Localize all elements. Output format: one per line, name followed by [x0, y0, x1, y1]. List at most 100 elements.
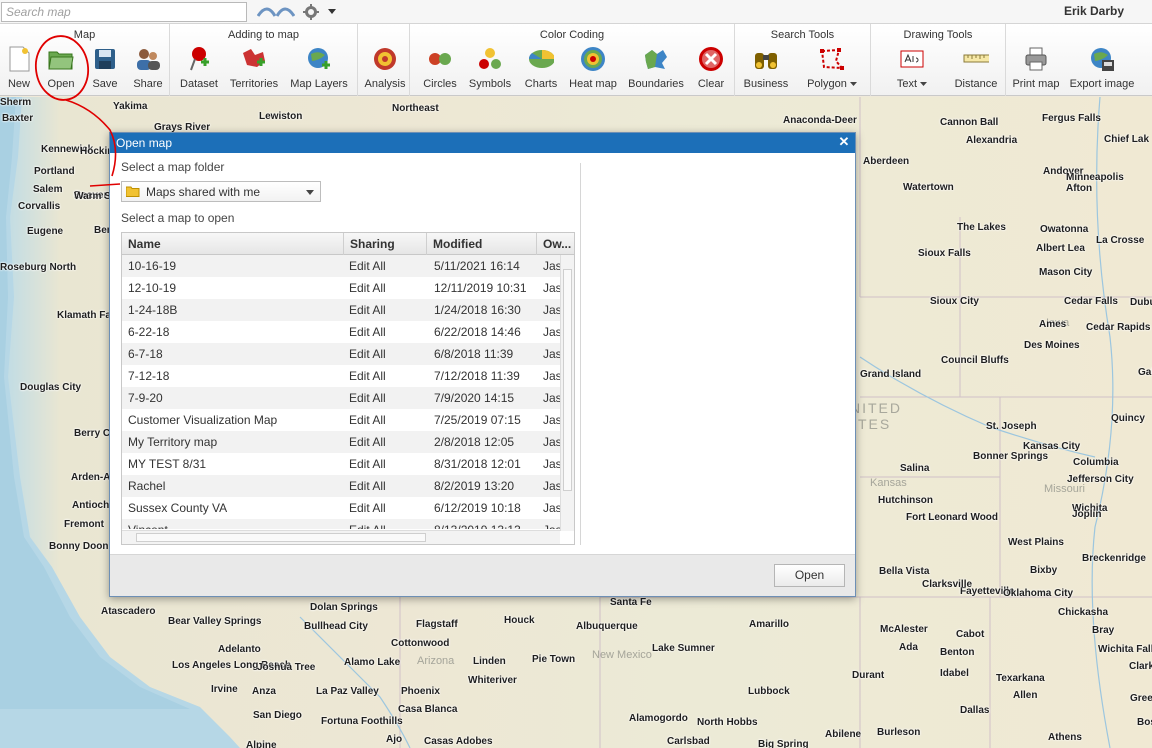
- polygon-button[interactable]: Polygon: [804, 46, 860, 94]
- gear-icon[interactable]: [302, 3, 320, 21]
- close-icon[interactable]: ✕: [837, 135, 851, 149]
- symbols-button[interactable]: Symbols: [468, 46, 512, 94]
- folder-dropdown[interactable]: Maps shared with me: [121, 181, 321, 202]
- map-city-label: Roseburg North: [0, 262, 77, 273]
- map-city-label: Arden-A: [71, 472, 111, 483]
- table-row[interactable]: Vincent Edit All 8/13/2019 13:13 Jas: [122, 519, 560, 529]
- column-header-owner[interactable]: Ow...: [537, 233, 574, 255]
- symbols-button-label: Symbols: [468, 78, 512, 90]
- distance-button[interactable]: Distance: [950, 46, 1002, 94]
- map-city-label: Athens: [1048, 732, 1082, 743]
- open-button[interactable]: Open: [44, 46, 78, 94]
- print-map-button[interactable]: Print map: [1010, 46, 1062, 94]
- map-name-cell: 7-12-18: [128, 369, 170, 383]
- save-button[interactable]: Save: [90, 46, 120, 94]
- table-row[interactable]: 7-12-18 Edit All 7/12/2018 11:39 Jas: [122, 365, 560, 387]
- map-state-label: Arizona: [417, 655, 455, 667]
- map-city-label: Alamogordo: [629, 713, 688, 724]
- map-city-label: Jefferson City: [1067, 474, 1134, 485]
- user-name[interactable]: Erik Darby: [1064, 4, 1124, 18]
- export-image-button-label: Export image: [1069, 78, 1135, 90]
- table-row[interactable]: My Territory map Edit All 2/8/2018 12:05 Ja…: [122, 431, 560, 453]
- boundaries-button[interactable]: Boundaries: [626, 46, 686, 94]
- territories-button[interactable]: Territories: [228, 46, 280, 94]
- column-header-name[interactable]: Name: [122, 233, 344, 255]
- table-row[interactable]: 6-7-18 Edit All 6/8/2018 11:39 Jas: [122, 343, 560, 365]
- table-row[interactable]: Customer Visualization Map Edit All 7/25/2…: [122, 409, 560, 431]
- folder-label: Select a map folder: [121, 160, 225, 174]
- new-button[interactable]: New: [4, 46, 34, 94]
- polygon-button-label: Polygon: [807, 78, 857, 90]
- owner-cell: Jas: [543, 457, 560, 471]
- target-icon: [372, 46, 398, 72]
- owner-cell: Jas: [543, 501, 560, 515]
- pin-plus-icon: [186, 46, 212, 72]
- open-map-button[interactable]: Open: [774, 564, 845, 587]
- sharing-cell: Edit All: [349, 281, 386, 295]
- circles-button[interactable]: Circles: [420, 46, 460, 94]
- map-city-label: La Paz Valley: [316, 686, 379, 697]
- map-city-label: Cannon Ball: [940, 117, 999, 128]
- modified-cell: 6/22/2018 14:46: [434, 325, 521, 339]
- text-button[interactable]: Text: [892, 46, 932, 94]
- map-city-label: Baxter: [2, 113, 34, 124]
- map-city-label: Alamo Lake: [344, 657, 401, 668]
- search-input[interactable]: [1, 2, 247, 22]
- clear-button[interactable]: Clear: [694, 46, 728, 94]
- table-row[interactable]: 1-24-18B Edit All 1/24/2018 16:30 Jas: [122, 299, 560, 321]
- table-row[interactable]: Sussex County VA Edit All 6/12/2019 10:18 J…: [122, 497, 560, 519]
- modified-cell: 6/8/2018 11:39: [434, 347, 514, 361]
- map-navigation-icon[interactable]: [256, 3, 296, 21]
- globe-plus-icon: [306, 46, 332, 72]
- map-city-label: McAlester: [880, 624, 928, 635]
- text-button-label: Text: [897, 78, 928, 90]
- map-city-label: Linden: [473, 656, 506, 667]
- column-header-sharing[interactable]: Sharing: [344, 233, 427, 255]
- map-city-label: Douglas City: [20, 382, 82, 393]
- horizontal-scroll-thumb[interactable]: [136, 533, 426, 542]
- map-layers-button[interactable]: Map Layers: [288, 46, 350, 94]
- map-city-label: Portland: [34, 166, 75, 177]
- map-city-label: Joshua Tree: [257, 662, 316, 673]
- heat-map-button[interactable]: Heat map: [568, 46, 618, 94]
- owner-cell: Jas: [543, 281, 560, 295]
- map-city-label: Alpine: [246, 740, 277, 748]
- table-row[interactable]: MY TEST 8/31 Edit All 8/31/2018 12:01 Jas: [122, 453, 560, 475]
- ribbon-toolbar: Map New Open Save Share Adding to map Da…: [0, 24, 1152, 96]
- folder-icon: [126, 186, 140, 197]
- chevron-down-icon[interactable]: [326, 3, 338, 21]
- table-row[interactable]: Rachel Edit All 8/2/2019 13:20 Jas: [122, 475, 560, 497]
- group-title-search: Search Tools: [770, 29, 835, 41]
- vertical-scroll-thumb[interactable]: [563, 269, 572, 491]
- business-button[interactable]: Business: [740, 46, 792, 94]
- modified-cell: 8/13/2019 13:13: [434, 519, 521, 529]
- share-button[interactable]: Share: [131, 46, 165, 94]
- table-row[interactable]: 12-10-19 Edit All 12/11/2019 10:31 Jas: [122, 277, 560, 299]
- territories-button-label: Territories: [229, 78, 279, 90]
- dataset-button-label: Dataset: [180, 78, 218, 90]
- dialog-body: Select a map folder Maps shared with me …: [110, 153, 855, 555]
- map-city-label: Cottonwood: [391, 638, 450, 649]
- map-city-label: Breckenridge: [1082, 553, 1146, 564]
- table-row[interactable]: 7-9-20 Edit All 7/9/2020 14:15 Jas: [122, 387, 560, 409]
- table-row[interactable]: 10-16-19 Edit All 5/11/2021 16:14 Jas: [122, 255, 560, 277]
- charts-button[interactable]: Charts: [521, 46, 561, 94]
- map-city-label: Clarksville: [922, 579, 973, 590]
- map-city-label: Anza: [252, 686, 276, 697]
- column-header-modified[interactable]: Modified: [427, 233, 537, 255]
- map-state-label: New Mexico: [592, 649, 652, 661]
- sharing-cell: Edit All: [349, 435, 386, 449]
- export-image-button[interactable]: Export image: [1066, 46, 1138, 94]
- sharing-cell: Edit All: [349, 519, 386, 529]
- map-city-label: Alexandria: [966, 135, 1018, 146]
- circles-icon: [427, 46, 453, 72]
- analysis-button[interactable]: Analysis: [362, 46, 408, 94]
- dialog-title-bar[interactable]: Open map ✕: [110, 133, 855, 153]
- new-button-label: New: [7, 78, 30, 90]
- table-row[interactable]: 6-22-18 Edit All 6/22/2018 14:46 Jas: [122, 321, 560, 343]
- map-city-label: Big Spring: [758, 739, 809, 748]
- map-city-label: Santa Fe: [610, 597, 652, 608]
- vertical-scrollbar[interactable]: [560, 255, 574, 531]
- dataset-button[interactable]: Dataset: [178, 46, 220, 94]
- horizontal-scrollbar[interactable]: [122, 530, 560, 544]
